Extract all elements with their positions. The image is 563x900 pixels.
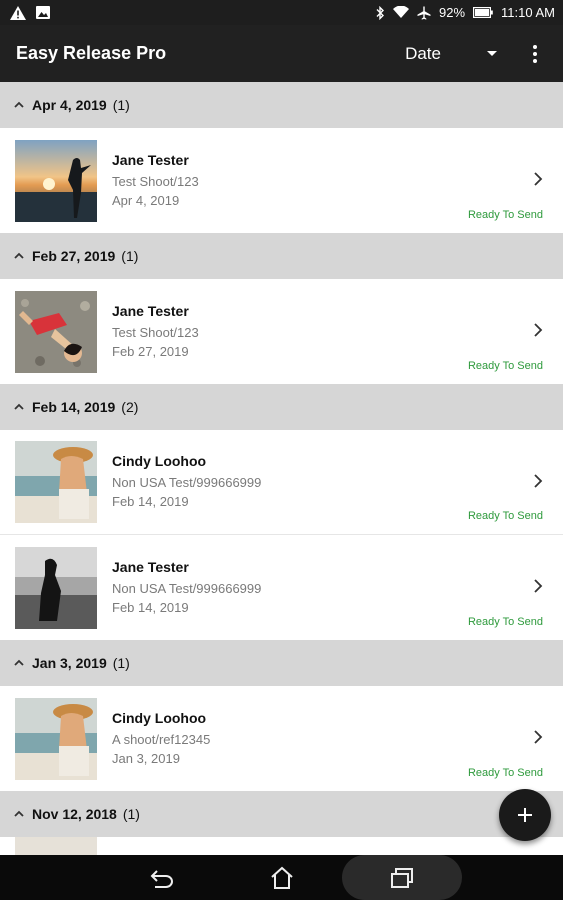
back-button[interactable] <box>102 855 222 900</box>
clock: 11:10 AM <box>501 5 555 20</box>
airplane-mode-icon <box>417 6 431 20</box>
release-details: Cindy Loohoo A shoot/ref12345 Jan 3, 201… <box>112 710 210 768</box>
chevron-right-icon <box>534 172 543 186</box>
group-count: (1) <box>112 97 130 113</box>
group-date: Jan 3, 2019 <box>32 655 107 671</box>
sort-label: Date <box>405 43 441 63</box>
status-label: Ready To Send <box>467 209 543 221</box>
wifi-icon <box>393 6 409 19</box>
release-details: Jane Tester Non USA Test/999666999 Feb 1… <box>112 559 261 617</box>
group-header[interactable]: Feb 14, 2019 (2) <box>0 384 563 430</box>
release-row[interactable]: Jane Tester Non USA Test/999666999 Feb 1… <box>0 535 563 640</box>
add-release-button[interactable] <box>499 789 551 841</box>
release-thumbnail <box>15 290 97 373</box>
chevron-right-icon <box>534 474 543 488</box>
group-count: (1) <box>121 248 139 264</box>
release-row[interactable]: Jane Tester Test Shoot/123 Apr 4, 2019 R… <box>0 128 563 233</box>
recent-apps-button[interactable] <box>341 855 462 900</box>
group-header[interactable]: Apr 4, 2019 (1) <box>0 82 563 128</box>
shoot-reference: Non USA Test/999666999 <box>112 475 262 490</box>
group-header[interactable]: Feb 27, 2019 (1) <box>0 233 563 279</box>
dropdown-arrow-icon <box>487 51 497 56</box>
system-nav-bar <box>0 855 563 900</box>
chevron-up-icon <box>14 403 24 410</box>
release-thumbnail <box>15 139 97 222</box>
chevron-right-icon <box>534 323 543 337</box>
release-details: Jane Tester Test Shoot/123 Apr 4, 2019 <box>112 152 199 210</box>
release-thumbnail <box>15 441 97 523</box>
release-date: Feb 14, 2019 <box>112 599 189 615</box>
battery-percent: 92% <box>439 5 466 20</box>
image-notification-icon <box>36 6 50 19</box>
home-button[interactable] <box>222 855 342 900</box>
group-date: Apr 4, 2019 <box>32 97 107 113</box>
shoot-reference: Non USA Test/999666999 <box>112 580 262 596</box>
bluetooth-icon <box>375 5 385 20</box>
app-title: Easy Release Pro <box>16 43 167 63</box>
shoot-reference: A shoot/ref12345 <box>112 731 211 747</box>
shoot-reference: Test Shoot/123 <box>112 173 199 189</box>
battery-icon <box>473 7 493 18</box>
status-bar: 92% 11:10 AM <box>0 0 563 25</box>
model-name: Cindy Loohoo <box>112 453 207 469</box>
overflow-menu-icon[interactable] <box>525 44 545 63</box>
group-date: Feb 14, 2019 <box>32 399 116 415</box>
group-count: (1) <box>122 806 140 822</box>
group-count: (2) <box>121 399 139 415</box>
model-name: Jane Tester <box>112 558 189 575</box>
recent-apps-icon <box>390 867 413 888</box>
release-date: Feb 14, 2019 <box>112 494 189 509</box>
warning-icon <box>10 5 26 20</box>
release-date: Apr 4, 2019 <box>112 192 180 208</box>
chevron-up-icon <box>14 659 24 666</box>
group-count: (1) <box>112 655 130 671</box>
status-label: Ready To Send <box>467 767 543 779</box>
shoot-reference: Test Shoot/123 <box>112 324 199 340</box>
chevron-up-icon <box>14 101 24 108</box>
group-date: Feb 27, 2019 <box>32 248 116 264</box>
release-row[interactable]: Cindy Loohoo Non USA Test/999666999 Feb … <box>0 430 563 535</box>
release-details: Cindy Loohoo Non USA Test/999666999 Feb … <box>112 453 261 511</box>
model-name: Jane Tester <box>112 302 189 319</box>
model-name: Jane Tester <box>112 151 189 168</box>
release-thumbnail <box>15 546 97 629</box>
release-row[interactable]: Cindy Loohoo A shoot/ref12345 Jan 3, 201… <box>0 686 563 791</box>
group-header[interactable]: Jan 3, 2019 (1) <box>0 640 563 686</box>
plus-icon <box>518 808 532 822</box>
release-row[interactable]: Jane Tester Test Shoot/123 Feb 27, 2019 … <box>0 279 563 384</box>
release-details: Jane Tester Test Shoot/123 Feb 27, 2019 <box>112 303 199 361</box>
release-list: Apr 4, 2019 (1) Jane Tester Test Shoot/1… <box>0 82 563 855</box>
model-name: Cindy Loohoo <box>112 709 207 726</box>
back-icon <box>150 869 173 888</box>
sort-dropdown[interactable]: Date <box>405 44 525 64</box>
home-icon <box>270 866 293 889</box>
group-date: Nov 12, 2018 <box>32 806 117 822</box>
release-thumbnail <box>15 697 97 780</box>
chevron-up-icon <box>14 810 24 817</box>
status-label: Ready To Send <box>467 510 543 522</box>
release-date: Feb 27, 2019 <box>112 343 189 359</box>
status-label: Ready To Send <box>467 360 543 372</box>
release-row[interactable] <box>0 837 563 855</box>
release-date: Jan 3, 2019 <box>112 750 180 766</box>
status-label: Ready To Send <box>467 616 543 628</box>
chevron-right-icon <box>534 730 543 744</box>
chevron-up-icon <box>14 252 24 259</box>
release-thumbnail <box>15 837 97 855</box>
app-bar: Easy Release Pro Date <box>0 25 563 82</box>
chevron-right-icon <box>534 579 543 593</box>
group-header[interactable]: Nov 12, 2018 (1) <box>0 791 563 837</box>
